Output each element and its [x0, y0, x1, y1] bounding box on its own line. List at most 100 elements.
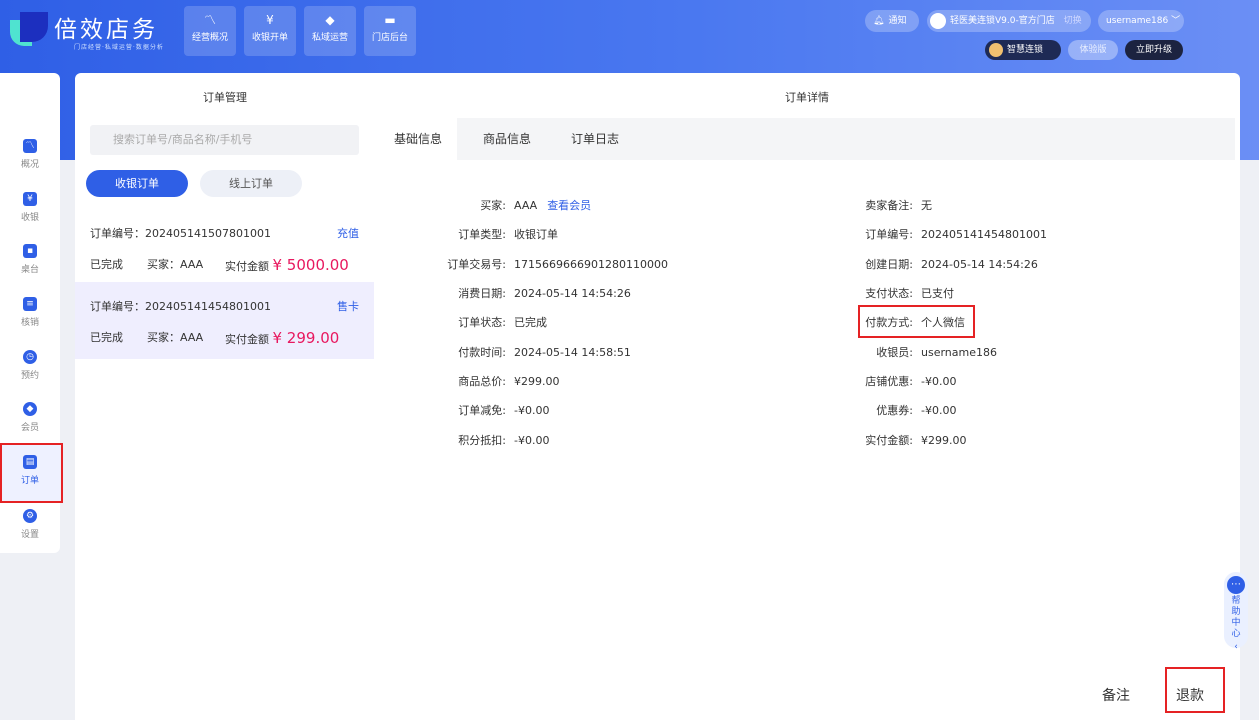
- detail-value: 1715669666901280110000: [514, 258, 668, 271]
- detail-label: 订单状态:: [458, 316, 506, 329]
- sidebar-item-label: 桌台: [20, 265, 39, 275]
- topnav-private-ops[interactable]: ◆ 私域运营: [304, 6, 356, 56]
- detail-row-store-discount: 店铺优惠: -¥0.00: [845, 373, 956, 389]
- detail-value: 已完成: [514, 316, 547, 329]
- logo-mark-icon: [10, 12, 48, 50]
- detail-row-pay-time: 付款时间: 2024-05-14 14:58:51: [430, 344, 631, 360]
- topnav-label: 私域运营: [311, 33, 348, 43]
- note-button[interactable]: 备注: [1102, 685, 1130, 705]
- detail-value: ¥299.00: [921, 434, 967, 447]
- smart-chain-badge[interactable]: 智慧连锁: [985, 40, 1061, 60]
- topnav-cashier[interactable]: ¥ 收银开单: [244, 6, 296, 56]
- order-detail-title: 订单详情: [785, 91, 829, 104]
- trend-icon: 〽: [203, 13, 216, 27]
- order-amount: 实付金额 ¥ 299.00: [225, 329, 339, 347]
- store-switcher[interactable]: 轻医美连锁V9.0-官方门店 切换: [927, 10, 1091, 32]
- order-status: 已完成: [90, 258, 123, 271]
- yen-icon: ¥: [23, 192, 37, 206]
- search-input[interactable]: 搜索订单号/商品名称/手机号: [90, 125, 359, 155]
- sidebar-item-label: 核销: [20, 318, 39, 328]
- tab-product-info[interactable]: 商品信息: [467, 118, 547, 160]
- detail-value: 无: [921, 199, 932, 212]
- topnav-label: 门店后台: [371, 33, 408, 43]
- detail-label: 订单类型:: [458, 228, 506, 241]
- detail-row-points-deduction: 积分抵扣: -¥0.00: [430, 432, 549, 448]
- detail-label: 买家:: [480, 199, 506, 212]
- detail-label: 支付状态:: [865, 287, 913, 300]
- detail-value: 收银订单: [514, 228, 558, 241]
- trial-badge: 体验版: [1068, 40, 1118, 60]
- help-center-button[interactable]: ⋯ 帮助中心 ‹: [1224, 572, 1248, 652]
- detail-row-order-type: 订单类型: 收银订单: [430, 226, 558, 242]
- notify-label: 通知: [888, 16, 907, 26]
- topnav-label: 经营概况: [191, 33, 228, 43]
- topnav-store-backend[interactable]: ▬ 门店后台: [364, 6, 416, 56]
- username: username186: [1106, 16, 1169, 26]
- detail-row-buyer: 买家: AAA 查看会员: [430, 197, 591, 213]
- user-menu[interactable]: username186 ﹀: [1098, 10, 1184, 32]
- chat-icon: ⋯: [1227, 576, 1245, 594]
- order-tag: 售卡: [337, 300, 359, 313]
- tab-cashier-orders[interactable]: 收银订单: [86, 170, 188, 197]
- order-amount-label: 实付金额: [225, 260, 269, 273]
- view-member-link[interactable]: 查看会员: [547, 199, 591, 212]
- sidebar-item-label: 预约: [20, 371, 39, 381]
- detail-label: 消费日期:: [458, 287, 506, 300]
- logo: 倍效店务 门店经营·私域运营·数据分析: [10, 10, 163, 54]
- sidebar-item-label: 会员: [20, 423, 39, 433]
- detail-row-order-status: 订单状态: 已完成: [430, 314, 547, 330]
- detail-value: -¥0.00: [921, 404, 957, 417]
- order-status: 已完成: [90, 331, 123, 344]
- detail-row-cashier: 收银员: username186: [845, 344, 997, 360]
- sidebar-item-verify[interactable]: ≡ 核销: [0, 297, 60, 347]
- detail-value: 已支付: [921, 287, 954, 300]
- topnav-business-overview[interactable]: 〽 经营概况: [184, 6, 236, 56]
- gear-icon: ⚙: [23, 509, 37, 523]
- upgrade-button[interactable]: 立即升级: [1125, 40, 1183, 60]
- sidebar-item-label: 概况: [20, 160, 39, 170]
- switch-label[interactable]: 切换: [1064, 16, 1082, 26]
- sidebar-item-table[interactable]: ▪ 桌台: [0, 244, 60, 294]
- detail-value: 2024-05-14 14:54:26: [514, 287, 631, 300]
- order-number: 订单编号：202405141454801001: [90, 300, 271, 313]
- sidebar-item-settings[interactable]: ⚙ 设置: [0, 509, 60, 559]
- notify-button[interactable]: 🔔︎ 通知: [865, 10, 919, 32]
- tab-online-orders[interactable]: 线上订单: [200, 170, 302, 197]
- logo-title: 倍效店务: [54, 17, 158, 43]
- sidebar-item-label: 设置: [20, 530, 39, 540]
- sidebar-item-overview[interactable]: 〽概况: [0, 139, 60, 189]
- order-list-item[interactable]: 订单编号：202405141507801001 充值 已完成 买家：AAA 实付…: [75, 209, 374, 286]
- store-name: 轻医美连锁V9.0-官方门店: [950, 16, 1055, 26]
- order-buyer: 买家：AAA: [147, 258, 204, 271]
- sidebar-item-booking[interactable]: ◷ 预约: [0, 350, 60, 400]
- sidebar-item-cashier[interactable]: ¥ 收银: [0, 192, 60, 242]
- diamond-icon: ◆: [325, 13, 335, 27]
- detail-label: 优惠券:: [876, 404, 913, 417]
- detail-value: 2024-05-14 14:54:26: [921, 258, 1038, 271]
- highlight-box-pay-method: [858, 305, 975, 338]
- detail-label: 积分抵扣:: [458, 434, 506, 447]
- detail-row-pay-status: 支付状态: 已支付: [845, 285, 954, 301]
- detail-label: 实付金额:: [865, 434, 913, 447]
- order-amount-value: ¥ 5000.00: [272, 256, 349, 274]
- tab-basic-info[interactable]: 基础信息: [379, 118, 457, 160]
- main-panel: 订单管理 订单详情 搜索订单号/商品名称/手机号 收银订单 线上订单 订单编号：…: [75, 73, 1240, 720]
- order-number: 订单编号：202405141507801001: [90, 227, 271, 240]
- sidebar-item-label: 收银: [20, 213, 39, 223]
- order-amount-value: ¥ 299.00: [272, 329, 340, 347]
- detail-value: 2024-05-14 14:58:51: [514, 346, 631, 359]
- order-amount: 实付金额 ¥ 5000.00: [225, 256, 349, 274]
- smart-chain-label: 智慧连锁: [1007, 45, 1044, 55]
- order-list-item-selected[interactable]: 订单编号：202405141454801001 售卡 已完成 买家：AAA 实付…: [75, 282, 374, 359]
- tab-order-log[interactable]: 订单日志: [553, 118, 637, 160]
- card-icon: ▬: [384, 13, 396, 27]
- store-avatar: [930, 12, 946, 29]
- detail-row-order-discount: 订单减免: -¥0.00: [430, 402, 549, 418]
- detail-label: 创建日期:: [865, 258, 913, 271]
- bell-icon: 🔔︎: [873, 16, 885, 26]
- detail-value: -¥0.00: [514, 404, 550, 417]
- detail-row-seller-note: 卖家备注: 无: [845, 197, 932, 213]
- detail-value: -¥0.00: [514, 434, 550, 447]
- order-mgmt-title: 订单管理: [203, 91, 247, 104]
- table-icon: ▪: [23, 244, 37, 258]
